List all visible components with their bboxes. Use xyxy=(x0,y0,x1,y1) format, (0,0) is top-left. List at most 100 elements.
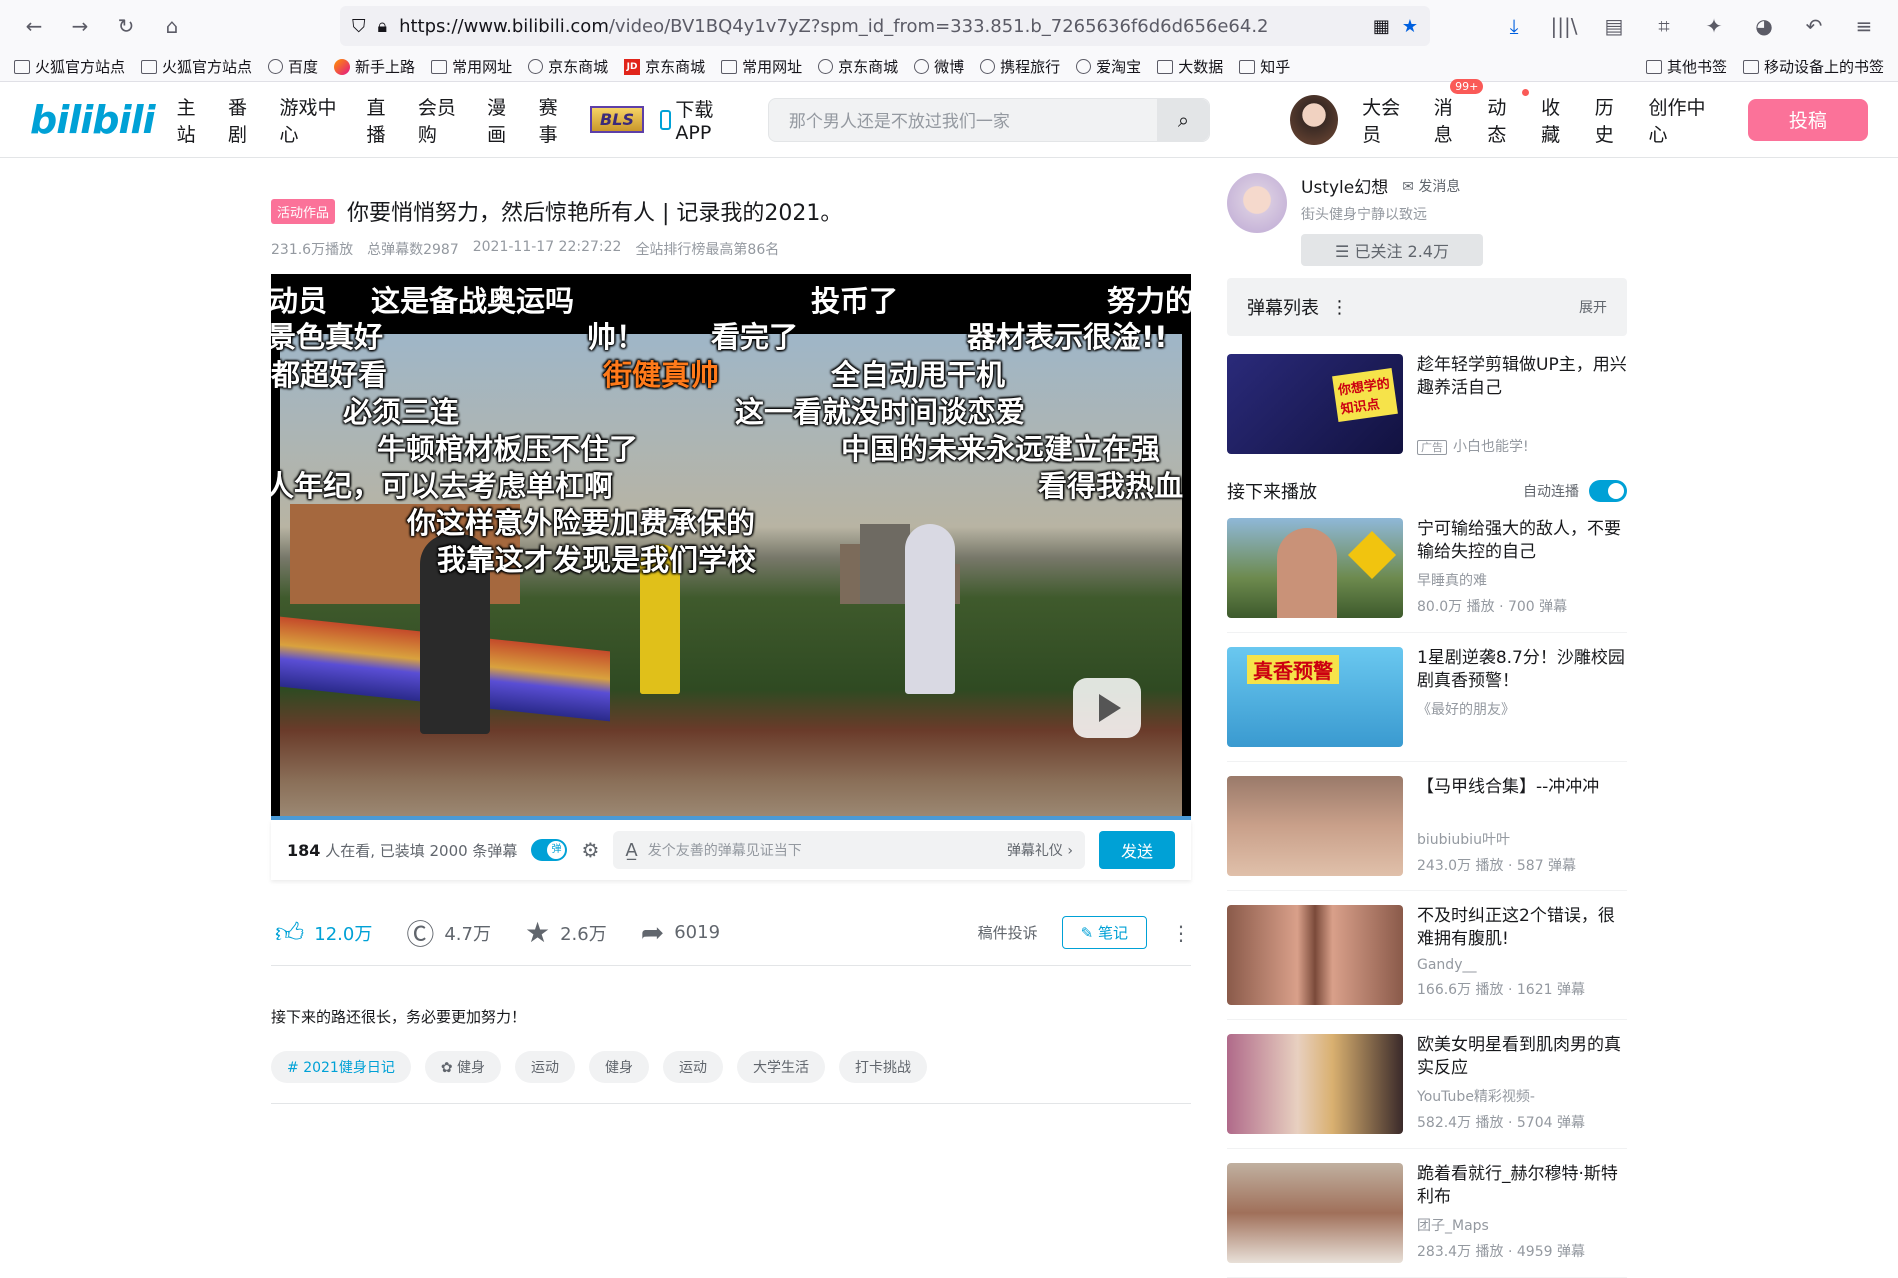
share-button[interactable]: ➦ 6019 xyxy=(641,916,720,949)
nav-game[interactable]: 游戏中心 xyxy=(280,93,351,147)
rec-author[interactable]: 《最好的朋友》 xyxy=(1417,699,1627,719)
bookmark-item[interactable]: 火狐官方站点 xyxy=(141,56,252,77)
qr-icon[interactable]: ▦ xyxy=(1373,16,1390,37)
text-style-icon[interactable]: A̲ xyxy=(625,840,637,861)
danmaku-settings-icon[interactable]: ⚙ xyxy=(581,838,599,862)
bookmark-item[interactable]: 移动设备上的书签 xyxy=(1742,56,1884,77)
bookmark-item[interactable]: 京东商城 xyxy=(818,56,898,77)
home-icon[interactable]: ⌂ xyxy=(154,8,190,44)
screenshot-icon[interactable]: ⌗ xyxy=(1646,8,1682,44)
bookmark-item[interactable]: 携程旅行 xyxy=(980,56,1060,77)
rec-title[interactable]: 欧美女明星看到肌肉男的真实反应 xyxy=(1417,1034,1627,1080)
send-danmaku-button[interactable]: 发送 xyxy=(1099,831,1175,869)
rec-author[interactable]: YouTube精彩视频- xyxy=(1417,1086,1627,1106)
send-message-link[interactable]: ✉ 发消息 xyxy=(1402,176,1460,196)
favorite-button[interactable]: ★ 2.6万 xyxy=(525,916,607,949)
reload-icon[interactable]: ↻ xyxy=(108,8,144,44)
upload-button[interactable]: 投稿 xyxy=(1747,98,1868,141)
danmaku-toggle[interactable] xyxy=(531,839,568,861)
bookmark-item[interactable]: 微博 xyxy=(914,56,964,77)
rec-thumbnail[interactable] xyxy=(1227,776,1403,876)
danmaku-list-panel[interactable]: 弹幕列表 ⋮ 展开 xyxy=(1227,278,1627,336)
like-button[interactable]: 👍︎ 12.0万 xyxy=(275,916,372,950)
library-icon[interactable]: |||\ xyxy=(1546,8,1582,44)
rec-video[interactable]: 【马甲线合集】--冲冲冲 biubiubiu叶叶 243.0万 播放 · 587 弹… xyxy=(1227,776,1627,891)
coin-button[interactable]: Ⓒ 4.7万 xyxy=(406,913,491,953)
account-icon[interactable]: ◕ xyxy=(1746,8,1782,44)
bookmark-item[interactable]: 京东商城 xyxy=(528,56,608,77)
bookmark-item[interactable]: 其他书签 xyxy=(1645,56,1727,77)
rec-video[interactable]: 跪着看就行_赫尔穆特·斯特利布 团子_Maps 283.4万 播放 · 4959 弹… xyxy=(1227,1163,1627,1278)
rec-author[interactable]: Gandy__ xyxy=(1417,957,1627,973)
nav-main[interactable]: 主站 xyxy=(177,93,212,147)
bookmark-item[interactable]: 火狐官方站点 xyxy=(14,56,125,77)
history-link[interactable]: 历史 xyxy=(1595,93,1631,147)
video-player[interactable]: 动员 这是备战奥运吗 投币了 努力的 景色真好 帅！ 看完了 器材表示很淦!! … xyxy=(271,274,1191,820)
forward-icon[interactable]: → xyxy=(62,8,98,44)
rec-video[interactable]: 真香预警 1星剧逆袭8.7分！沙雕校园剧真香预警！ 《最好的朋友》 xyxy=(1227,647,1627,762)
bookmark-item[interactable]: 百度 xyxy=(268,56,318,77)
bookmark-item[interactable]: 常用网址 xyxy=(431,56,512,77)
autoplay-toggle[interactable]: 自动连播 xyxy=(1523,480,1627,502)
vip-link[interactable]: 大会员 xyxy=(1362,93,1416,147)
rank-info[interactable]: 全站排行榜最高第86名 xyxy=(635,239,779,259)
rec-thumbnail[interactable] xyxy=(1227,518,1403,618)
tag-item[interactable]: 运动 xyxy=(663,1051,724,1083)
more-icon[interactable]: ⋮ xyxy=(1171,921,1191,945)
messages-link[interactable]: 消息 99+ xyxy=(1434,78,1484,147)
rec-title[interactable]: 不及时纠正这2个错误，很难拥有腹肌! xyxy=(1417,905,1627,951)
bookmark-item[interactable]: 常用网址 xyxy=(721,56,802,77)
search-input[interactable]: 那个男人还是不放过我们一家 xyxy=(769,107,1158,132)
sidebar-icon[interactable]: ▤ xyxy=(1596,8,1632,44)
progress-bar[interactable] xyxy=(271,816,1191,820)
user-avatar[interactable] xyxy=(1290,94,1339,145)
follow-button[interactable]: ☰ 已关注 2.4万 xyxy=(1301,234,1483,266)
bookmark-item[interactable]: 大数据 xyxy=(1157,56,1223,77)
rec-thumbnail[interactable]: 真香预警 xyxy=(1227,647,1403,747)
activity-tag[interactable]: 活动作品 xyxy=(271,198,336,224)
ad-thumbnail[interactable]: 你想学的 知识点 xyxy=(1227,354,1403,454)
note-button[interactable]: ✎ 笔记 xyxy=(1061,916,1147,949)
address-bar[interactable]: ⛉ 🔒︎ https://www.bilibili.com/video/BV1B… xyxy=(340,6,1430,46)
play-icon[interactable] xyxy=(1073,678,1141,738)
report-link[interactable]: 稿件投诉 xyxy=(978,922,1038,943)
expand-button[interactable]: 展开 xyxy=(1579,297,1607,317)
shield-icon[interactable]: ⛉ xyxy=(352,16,366,37)
tag-item[interactable]: 大学生活 xyxy=(737,1051,826,1083)
extension-icon[interactable]: ✦ xyxy=(1696,8,1732,44)
url-text[interactable]: https://www.bilibili.com/video/BV1BQ4y1v… xyxy=(399,16,1361,37)
nav-bangumi[interactable]: 番剧 xyxy=(228,93,263,147)
bookmark-item[interactable]: 新手上路 xyxy=(334,56,415,77)
tag-item[interactable]: # 2021健身日记 xyxy=(271,1051,411,1083)
nav-manga[interactable]: 漫画 xyxy=(487,93,522,147)
rec-author[interactable]: 早睡真的难 xyxy=(1417,570,1627,590)
download-app-link[interactable]: 下载APP xyxy=(659,95,744,144)
tag-item[interactable]: ✿ 健身 xyxy=(424,1051,502,1083)
tag-item[interactable]: 运动 xyxy=(515,1051,576,1083)
nav-match[interactable]: 赛事 xyxy=(539,93,574,147)
bookmark-star-icon[interactable]: ★ xyxy=(1402,16,1418,37)
bookmark-item[interactable]: 爱淘宝 xyxy=(1076,56,1141,77)
rec-title[interactable]: 跪着看就行_赫尔穆特·斯特利布 xyxy=(1417,1163,1627,1209)
nav-live[interactable]: 直播 xyxy=(366,93,401,147)
bookmark-item[interactable]: JD 京东商城 xyxy=(624,56,705,77)
rec-video[interactable]: 不及时纠正这2个错误，很难拥有腹肌! Gandy__ 166.6万 播放 · 162… xyxy=(1227,905,1627,1020)
up-avatar[interactable] xyxy=(1227,173,1287,233)
creator-center-link[interactable]: 创作中心 xyxy=(1648,93,1719,147)
rec-video[interactable]: 欧美女明星看到肌肉男的真实反应 YouTube精彩视频- 582.4万 播放 · 5… xyxy=(1227,1034,1627,1149)
download-icon[interactable]: ⤓ xyxy=(1496,8,1532,44)
tag-item[interactable]: 健身 xyxy=(589,1051,650,1083)
back-icon[interactable]: ← xyxy=(16,8,52,44)
rec-title[interactable]: 宁可输给强大的敌人，不要输给失控的自己 xyxy=(1417,518,1627,564)
up-name[interactable]: Ustyle幻想 xyxy=(1301,173,1388,198)
tag-item[interactable]: 打卡挑战 xyxy=(839,1051,928,1083)
more-icon[interactable]: ⋮ xyxy=(1330,297,1348,318)
danmaku-input[interactable]: A̲ 发个友善的弹幕见证当下 弹幕礼仪 › xyxy=(613,831,1085,869)
favorites-link[interactable]: 收藏 xyxy=(1541,93,1577,147)
rec-author[interactable]: biubiubiu叶叶 xyxy=(1417,829,1627,849)
ad-card[interactable]: 你想学的 知识点 趁年轻学剪辑做UP主，用兴趣养活自己 广告 小白也能学! xyxy=(1227,354,1627,456)
search-icon[interactable]: ⌕ xyxy=(1157,98,1210,141)
bookmark-item[interactable]: 知乎 xyxy=(1239,56,1290,77)
danmaku-etiquette-link[interactable]: 弹幕礼仪 › xyxy=(1007,840,1073,860)
menu-icon[interactable]: ≡ xyxy=(1846,8,1882,44)
